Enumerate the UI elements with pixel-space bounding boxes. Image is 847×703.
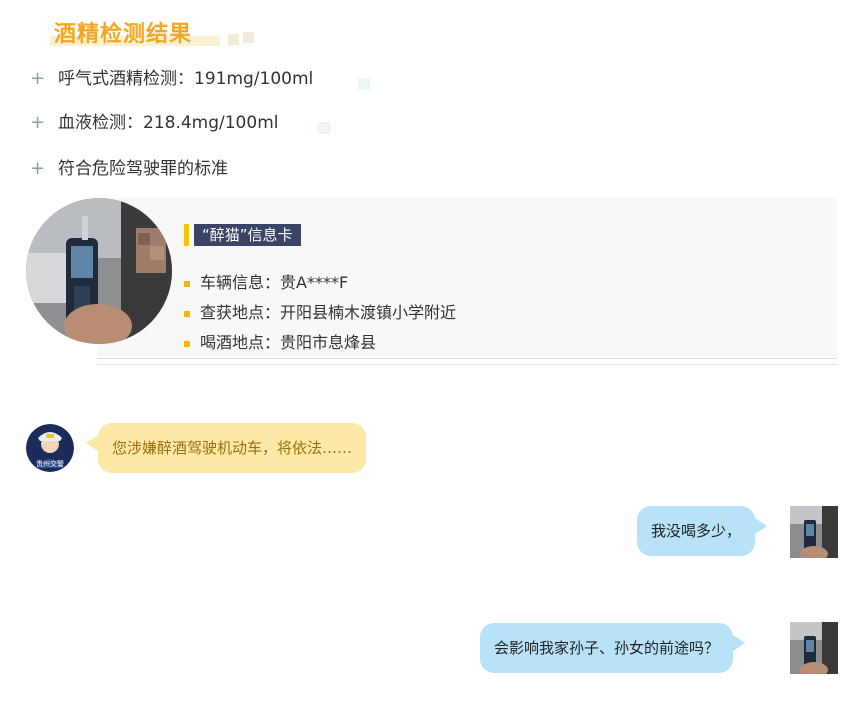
plus-icon: +: [30, 112, 46, 133]
decoration-square: [243, 32, 254, 43]
suspect-photo: [26, 198, 172, 344]
police-avatar: 贵州交警: [26, 424, 74, 472]
info-text: 查获地点：开阳县楠木渡镇小学附近: [200, 303, 457, 322]
page-title: 酒精检测结果: [54, 22, 193, 47]
avatar-label: 贵州交警: [36, 459, 64, 468]
result-line-conclusion: + 符合危险驾驶罪的标准: [30, 154, 228, 179]
driver-avatar: [790, 622, 838, 674]
bullet-icon: [184, 340, 190, 347]
info-item-location: 查获地点：开阳县楠木渡镇小学附近: [184, 299, 456, 323]
result-text: 符合危险驾驶罪的标准: [58, 159, 228, 179]
driver-avatar: [790, 506, 838, 558]
bullet-icon: [184, 280, 190, 287]
decoration-square: [358, 78, 370, 90]
bullet-icon: [184, 310, 190, 317]
divider: [97, 364, 837, 365]
result-line-breath: + 呼气式酒精检测：191mg/100ml: [30, 64, 313, 89]
info-item-drinking-place: 喝酒地点：贵阳市息烽县: [184, 329, 376, 353]
police-message-bubble: 您涉嫌醉酒驾驶机动车，将依法……: [85, 423, 367, 473]
driver-message-bubble: 会影响我家孙子、孙女的前途吗？: [480, 623, 746, 673]
result-text: 呼气式酒精检测：191mg/100ml: [58, 69, 314, 89]
result-line-blood: + 血液检测：218.4mg/100ml: [30, 108, 278, 133]
info-text: 车辆信息：贵A****F: [200, 273, 349, 292]
result-text: 血液检测：218.4mg/100ml: [58, 113, 279, 133]
plus-icon: +: [30, 158, 46, 179]
plus-icon: +: [30, 68, 46, 89]
info-text: 喝酒地点：贵阳市息烽县: [200, 333, 377, 352]
tag-bar: [184, 224, 189, 246]
info-card-title: “醉猫”信息卡: [194, 224, 301, 246]
divider: [97, 358, 837, 359]
info-item-vehicle: 车辆信息：贵A****F: [184, 269, 348, 293]
decoration-square: [228, 34, 239, 45]
decoration-square: [318, 122, 330, 134]
driver-message-bubble: 我没喝多少，: [637, 506, 768, 556]
